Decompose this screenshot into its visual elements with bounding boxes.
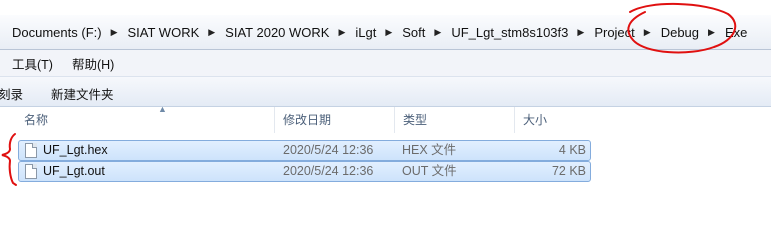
column-headers: 名称 ▲ 修改日期 类型 大小	[0, 104, 771, 133]
file-icon	[25, 164, 37, 179]
breadcrumb-separator-icon[interactable]: ▶	[644, 27, 651, 38]
command-bar: 刻录 新建文件夹	[0, 77, 771, 107]
file-row[interactable]: UF_Lgt.hex 2020/5/24 12:36 HEX 文件 4 KB	[18, 140, 591, 161]
breadcrumb-item-project-folder[interactable]: UF_Lgt_stm8s103f3	[449, 25, 570, 40]
sort-ascending-icon: ▲	[158, 104, 167, 114]
file-size: 72 KB	[551, 164, 586, 178]
burn-button[interactable]: 刻录	[0, 84, 23, 103]
breadcrumb-item-exe[interactable]: Exe	[723, 25, 749, 40]
column-header-type[interactable]: 类型	[395, 107, 515, 133]
breadcrumb-item-drive[interactable]: Documents (F:)	[10, 25, 104, 40]
breadcrumb-item-soft[interactable]: Soft	[400, 25, 427, 40]
menu-help[interactable]: 帮助(H)	[60, 54, 121, 73]
menu-bar: 工具(T) 帮助(H)	[0, 50, 771, 77]
file-date: 2020/5/24 12:36	[283, 164, 374, 178]
breadcrumb-separator-icon[interactable]: ▶	[111, 27, 118, 38]
breadcrumb: Documents (F:) ▶ SIAT WORK ▶ SIAT 2020 W…	[10, 23, 749, 41]
address-bar[interactable]: Documents (F:) ▶ SIAT WORK ▶ SIAT 2020 W…	[0, 15, 771, 50]
file-name: UF_Lgt.hex	[43, 143, 108, 157]
column-header-size-label: 大小	[523, 113, 548, 127]
breadcrumb-separator-icon[interactable]: ▶	[577, 27, 584, 38]
breadcrumb-item-debug[interactable]: Debug	[659, 25, 701, 40]
file-icon	[25, 143, 37, 158]
column-header-name-label: 名称	[24, 113, 49, 127]
column-header-type-label: 类型	[403, 113, 428, 127]
file-type: HEX 文件	[402, 143, 457, 157]
breadcrumb-separator-icon[interactable]: ▶	[385, 27, 392, 38]
breadcrumb-separator-icon[interactable]: ▶	[208, 27, 215, 38]
file-name: UF_Lgt.out	[43, 164, 105, 178]
column-header-date[interactable]: 修改日期	[275, 107, 395, 133]
breadcrumb-separator-icon[interactable]: ▶	[434, 27, 441, 38]
file-size: 4 KB	[558, 143, 586, 157]
annotation-brace	[1, 133, 17, 186]
breadcrumb-item-project[interactable]: Project	[592, 25, 636, 40]
breadcrumb-item-siat-2020-work[interactable]: SIAT 2020 WORK	[223, 25, 331, 40]
breadcrumb-item-ilgt[interactable]: iLgt	[353, 25, 378, 40]
breadcrumb-separator-icon[interactable]: ▶	[338, 27, 345, 38]
column-header-date-label: 修改日期	[283, 113, 332, 127]
file-type: OUT 文件	[402, 164, 457, 178]
file-date: 2020/5/24 12:36	[283, 143, 374, 157]
breadcrumb-separator-icon[interactable]: ▶	[708, 27, 715, 38]
column-header-name[interactable]: 名称 ▲	[16, 104, 275, 133]
column-header-size[interactable]: 大小	[515, 107, 771, 133]
breadcrumb-item-siat-work[interactable]: SIAT WORK	[126, 25, 202, 40]
new-folder-button[interactable]: 新建文件夹	[51, 84, 114, 103]
file-row[interactable]: UF_Lgt.out 2020/5/24 12:36 OUT 文件 72 KB	[18, 161, 591, 182]
menu-tools[interactable]: 工具(T)	[0, 54, 60, 73]
